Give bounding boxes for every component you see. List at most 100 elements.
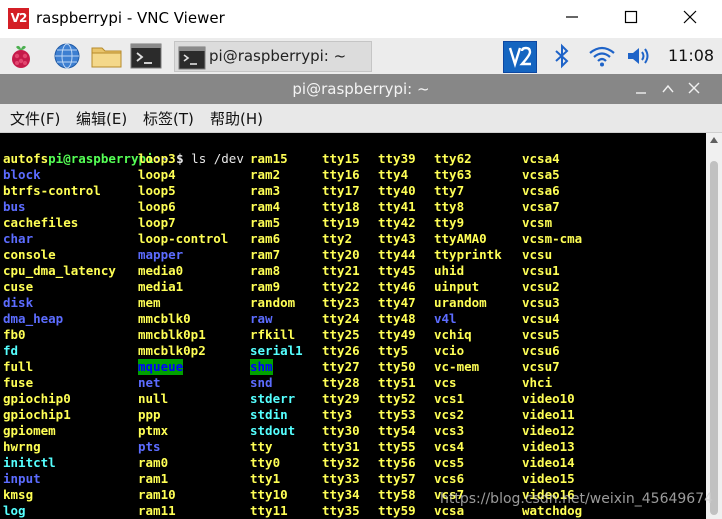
- listing-entry: vcsu5: [522, 327, 560, 342]
- listing-entry: full: [3, 359, 34, 374]
- listing-entry: vcsu2: [522, 279, 560, 294]
- listing-entry: tty8: [434, 199, 465, 214]
- volume-button[interactable]: [626, 44, 652, 68]
- raspberry-menu-button[interactable]: [6, 42, 36, 70]
- wifi-button[interactable]: [588, 44, 616, 68]
- listing-entry: vcsm-cma: [522, 231, 583, 246]
- menu-edit[interactable]: 编辑(E): [76, 108, 127, 129]
- listing-entry: tty53: [378, 407, 416, 422]
- scroll-up-arrow-icon[interactable]: [710, 137, 718, 143]
- listing-entry: tty15: [322, 151, 360, 166]
- listing-entry: random: [250, 295, 296, 310]
- listing-entry: char: [3, 231, 34, 246]
- listing-entry: tty18: [322, 199, 360, 214]
- folder-icon: [91, 47, 122, 68]
- listing-entry: vcsm: [522, 215, 553, 230]
- listing-entry: tty25: [322, 327, 360, 342]
- listing-entry: gpiochip1: [3, 407, 71, 422]
- listing-row: dma_heap mmcblk0 raw tty24 tty48 v4l vcsu4: [0, 311, 706, 327]
- listing-entry: gpiomem: [3, 423, 56, 438]
- listing-entry: vcsa7: [522, 199, 560, 214]
- listing-entry: ram4: [250, 199, 281, 214]
- listing-entry: tty22: [322, 279, 360, 294]
- listing-entry: ram1: [138, 471, 169, 486]
- listing-entry: tty: [250, 439, 273, 454]
- listing-entry: initctl: [3, 455, 56, 470]
- listing-entry: tty57: [378, 471, 416, 486]
- minimize-button[interactable]: [552, 6, 592, 32]
- terminal-maximize-button[interactable]: [661, 78, 675, 102]
- listing-entry: vcs5: [434, 455, 465, 470]
- globe-icon: [54, 43, 80, 69]
- maximize-icon: [624, 10, 638, 24]
- listing-entry: v4l: [434, 311, 457, 326]
- listing-entry: tty39: [378, 151, 416, 166]
- listing-entry: loop4: [138, 167, 176, 182]
- listing-entry: fb0: [3, 327, 26, 342]
- listing-entry: vcsu6: [522, 343, 560, 358]
- listing-entry: loop6: [138, 199, 176, 214]
- listing-entry: hwrng: [3, 439, 41, 454]
- listing-entry: vcsu: [522, 247, 553, 262]
- listing-entry: vcsa5: [522, 167, 560, 182]
- listing-entry: tty17: [322, 183, 360, 198]
- maximize-icon: [662, 84, 674, 93]
- listing-entry: tty21: [322, 263, 360, 278]
- menu-help[interactable]: 帮助(H): [210, 108, 263, 129]
- listing-entry: tty5: [378, 343, 409, 358]
- listing-entry: mapper: [138, 247, 184, 262]
- menu-tabs[interactable]: 标签(T): [143, 108, 194, 129]
- vnc-viewer-logo-icon: V2: [8, 8, 29, 29]
- vnc-tray-button[interactable]: [503, 41, 537, 73]
- vnc-icon: [508, 46, 532, 69]
- menu-file[interactable]: 文件(F): [10, 108, 60, 129]
- listing-entry: ram15: [250, 151, 288, 166]
- listing-row: autofs loop3 ram15 tty15 tty39 tty62 vcsa4: [0, 151, 706, 167]
- listing-entry: ttyAMA0: [434, 231, 487, 246]
- listing-row: initctl ram0 tty0 tty32 tty56 vcs5 video14: [0, 455, 706, 471]
- listing-entry: log: [3, 503, 26, 518]
- taskbar-terminal-item[interactable]: pi@raspberrypi: ~: [174, 41, 372, 72]
- minimize-icon: [636, 92, 646, 94]
- listing-entry: ram5: [250, 215, 281, 230]
- listing-entry: mmcblk0p1: [138, 327, 206, 342]
- listing-entry: ram8: [250, 263, 281, 278]
- listing-row: gpiochip1 ppp stdin tty3 tty53 vcs2 video11: [0, 407, 706, 423]
- close-button[interactable]: [670, 6, 710, 32]
- bluetooth-button[interactable]: [551, 43, 573, 69]
- terminal-scrollbar[interactable]: [706, 133, 722, 519]
- terminal-output[interactable]: pi@raspberrypi:~ $ ls /dev autofs loop3 ra…: [0, 133, 706, 519]
- listing-entry: input: [3, 471, 41, 486]
- listing-row: fuse net snd tty28 tty51 vcs vhci: [0, 375, 706, 391]
- listing-entry: cachefiles: [3, 215, 79, 230]
- listing-entry: snd: [250, 375, 273, 390]
- file-manager-button[interactable]: [90, 42, 122, 70]
- listing-entry: tty7: [434, 183, 465, 198]
- listing-row: cachefiles loop7 ram5 tty19 tty42 tty9 vcsm: [0, 215, 706, 231]
- maximize-button[interactable]: [611, 6, 651, 32]
- listing-entry: tty28: [322, 375, 360, 390]
- listing-entry: loop3: [138, 151, 176, 166]
- listing-entry: tty29: [322, 391, 360, 406]
- listing-entry: tty19: [322, 215, 360, 230]
- listing-entry: tty10: [250, 487, 288, 502]
- listing-row: btrfs-control loop5 ram3 tty17 tty40 tty7 vcsa…: [0, 183, 706, 199]
- listing-entry: cpu_dma_latency: [3, 263, 116, 278]
- wifi-icon: [589, 46, 615, 67]
- scrollbar-thumb[interactable]: [710, 161, 718, 515]
- listing-entry: tty55: [378, 439, 416, 454]
- listing-entry: mmcblk0: [138, 311, 191, 326]
- close-icon: [688, 82, 700, 94]
- speaker-icon: [628, 48, 649, 64]
- listing-row: hwrng pts tty tty31 tty55 vcs4 video13: [0, 439, 706, 455]
- terminal-title: pi@raspberrypi: ~: [292, 80, 430, 98]
- listing-entry: vcs: [434, 375, 457, 390]
- terminal-minimize-button[interactable]: [634, 78, 648, 102]
- listing-entry: net: [138, 375, 161, 390]
- terminal-launcher-button[interactable]: [130, 42, 162, 70]
- listing-entry: tty4: [378, 167, 409, 182]
- listing-entry: tty44: [378, 247, 416, 262]
- terminal-close-button[interactable]: [687, 78, 701, 102]
- web-browser-button[interactable]: [52, 42, 82, 70]
- listing-row: gpiomem ptmx stdout tty30 tty54 vcs3 video12: [0, 423, 706, 439]
